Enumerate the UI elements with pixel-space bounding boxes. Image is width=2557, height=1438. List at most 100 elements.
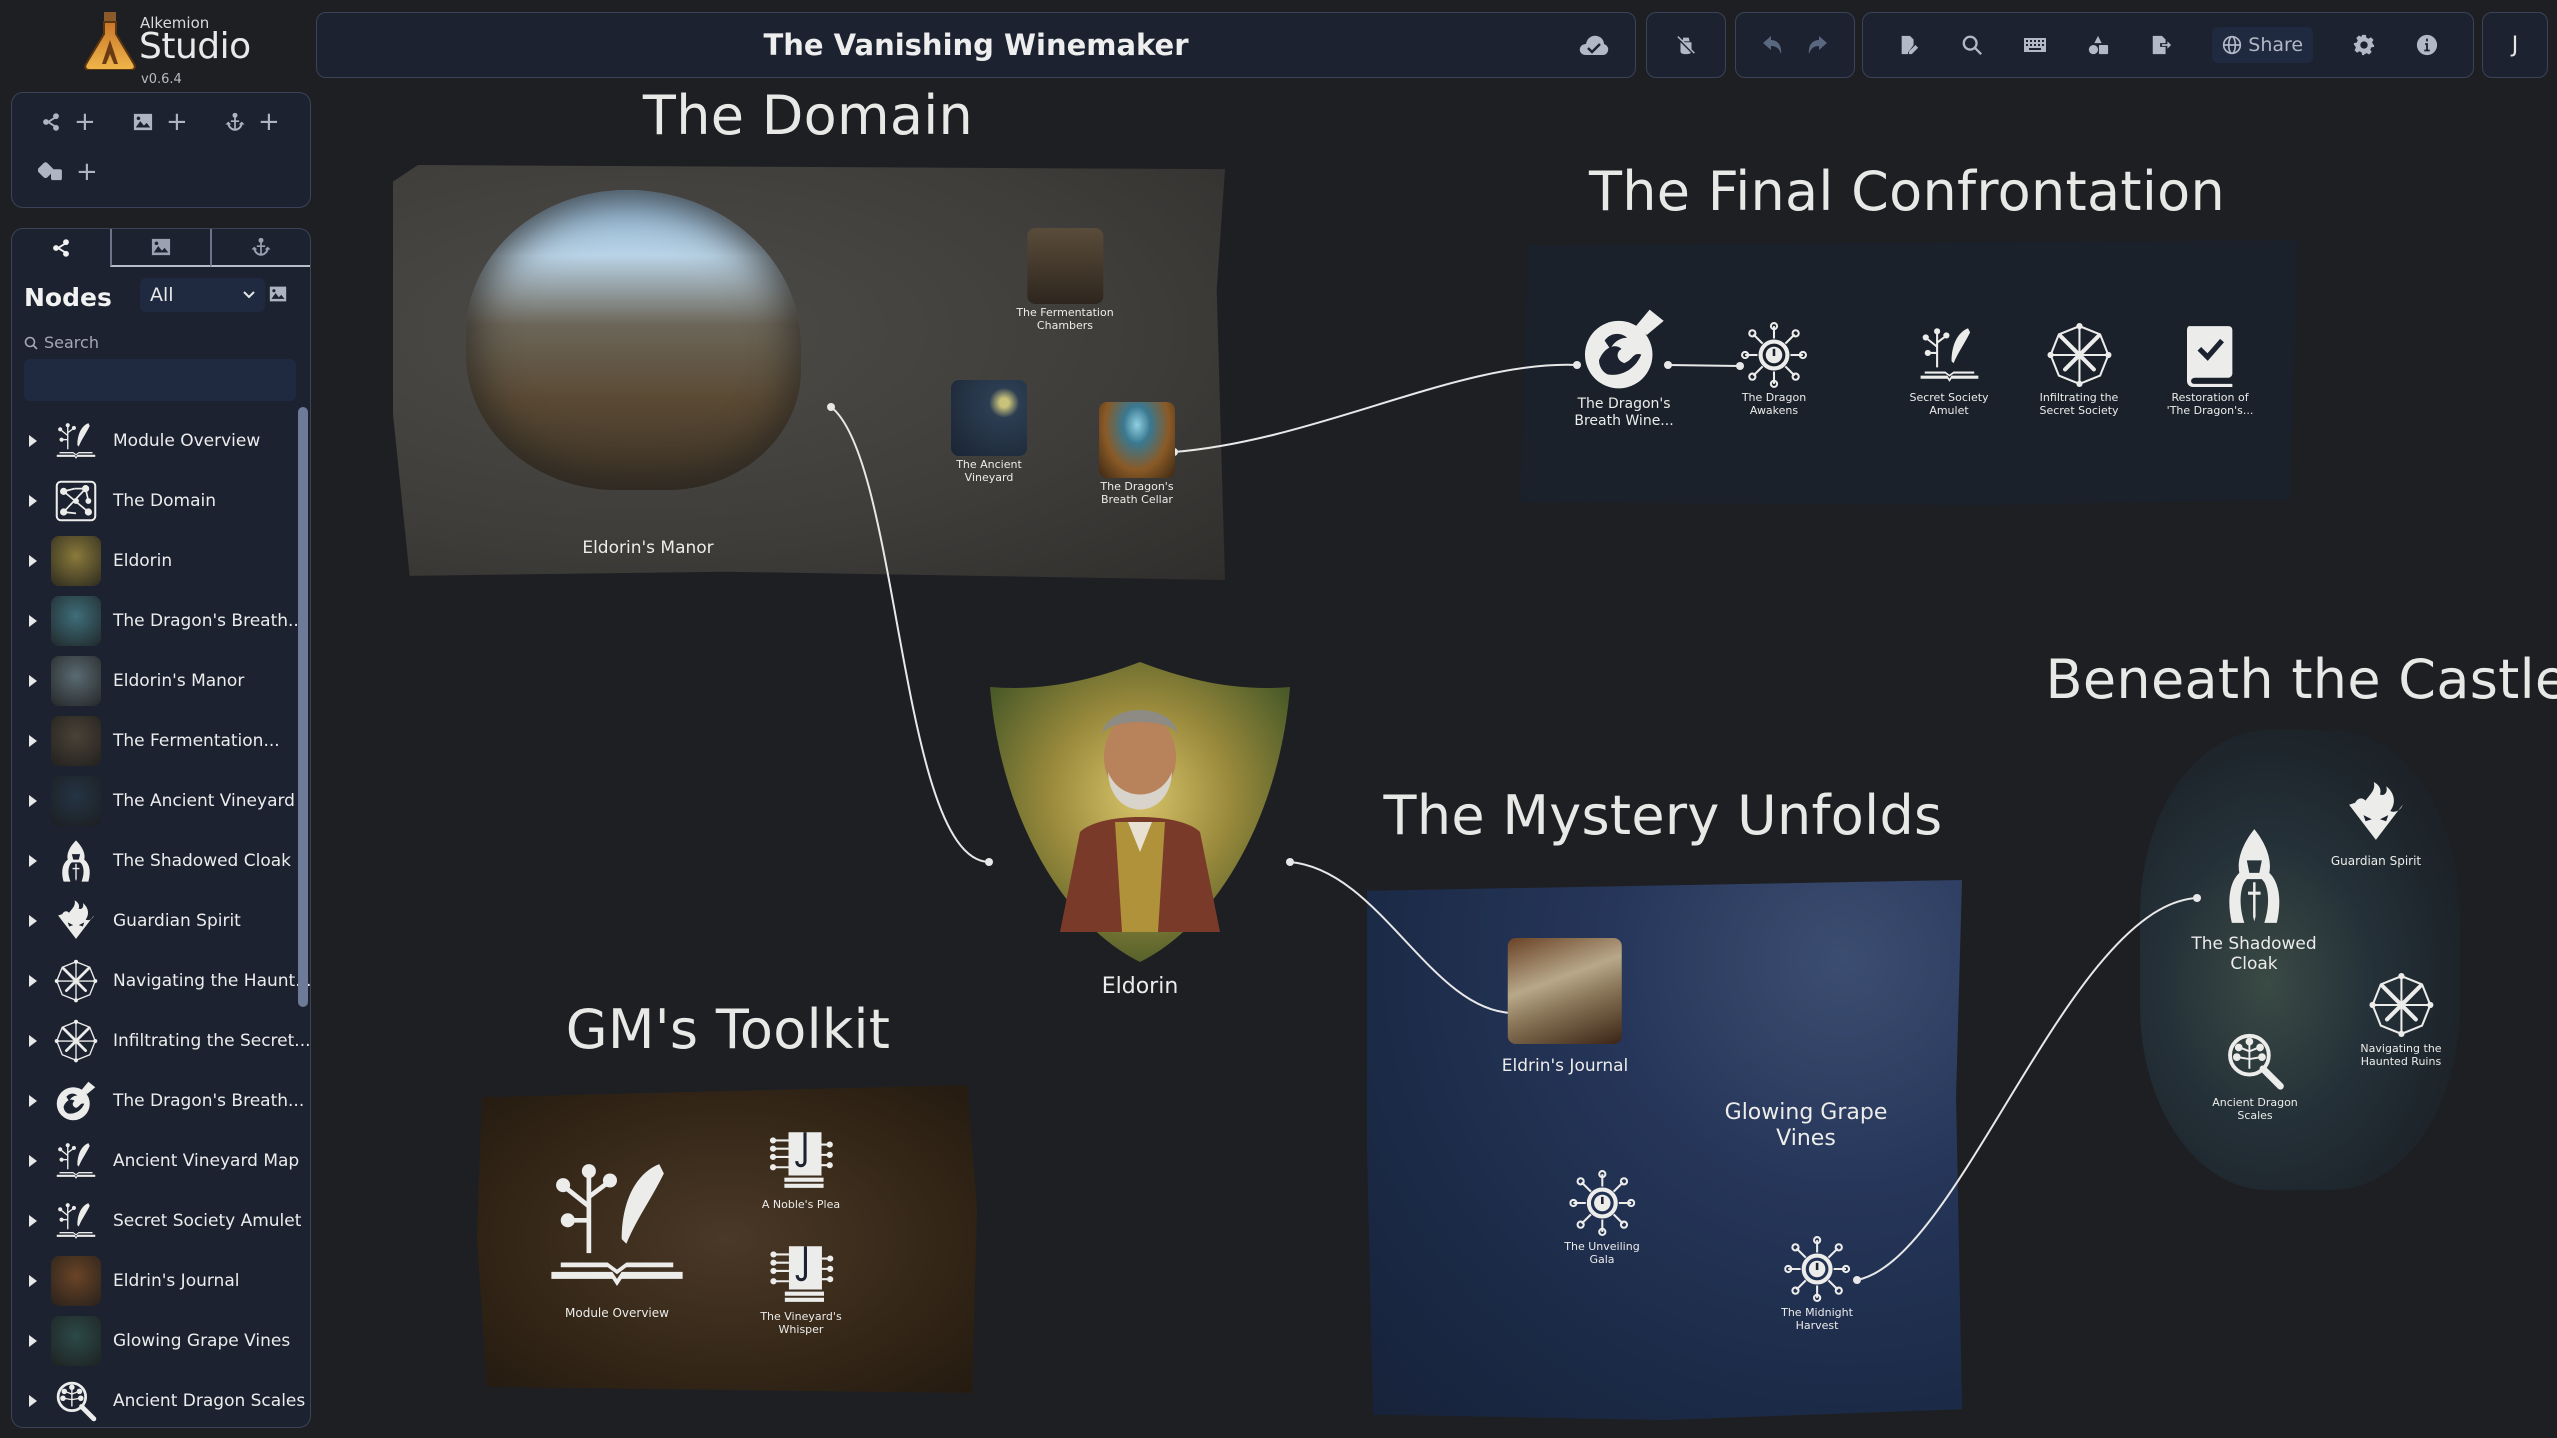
list-item[interactable]: Glowing Grape Vines bbox=[12, 1311, 297, 1371]
expand-caret-icon[interactable] bbox=[29, 735, 37, 747]
node-ancient-vineyard[interactable]: The Ancient Vineyard bbox=[951, 380, 1027, 484]
list-item[interactable]: Secret Society Amulet bbox=[12, 1191, 301, 1251]
add-dice-button[interactable]: + bbox=[38, 159, 98, 185]
node-label: Eldorin's Manor bbox=[582, 538, 714, 558]
list-item[interactable]: Infiltrating the Secret... bbox=[12, 1011, 310, 1071]
node-infiltrating-secret-society[interactable]: Infiltrating the Secret Society bbox=[2039, 322, 2119, 418]
list-item-label: Glowing Grape Vines bbox=[113, 1331, 291, 1351]
undo-button[interactable] bbox=[1761, 34, 1785, 56]
node-eldorin[interactable]: Eldorin bbox=[990, 662, 1290, 1000]
expand-caret-icon[interactable] bbox=[29, 555, 37, 567]
expand-caret-icon[interactable] bbox=[29, 975, 37, 987]
list-item[interactable]: The Shadowed Cloak bbox=[12, 831, 297, 891]
node-vineyards-whisper[interactable]: The Vineyard's Whisper bbox=[760, 1240, 842, 1337]
node-dragons-breath-wine[interactable]: The Dragon's Breath Wine... bbox=[1574, 304, 1674, 430]
node-unveiling-gala[interactable]: The Unveiling Gala bbox=[1564, 1170, 1640, 1266]
node-thumbnail bbox=[1026, 228, 1103, 304]
node-midnight-harvest[interactable]: The Midnight Harvest bbox=[1781, 1236, 1853, 1332]
keyboard-shortcuts-button[interactable] bbox=[2023, 34, 2047, 56]
group-title-beneath[interactable]: Beneath the Castle bbox=[2046, 648, 2557, 711]
node-thumbnail bbox=[51, 1016, 101, 1066]
node-filter-select[interactable]: All bbox=[140, 278, 265, 312]
list-item-label: The Dragon's Breath... bbox=[113, 1091, 305, 1111]
node-thumbnail bbox=[51, 596, 101, 646]
add-node-button[interactable]: + bbox=[40, 109, 96, 135]
node-ancient-dragon-scales[interactable]: Ancient Dragon Scales bbox=[2212, 1030, 2298, 1122]
list-item[interactable]: Eldorin's Manor bbox=[12, 651, 297, 711]
list-item[interactable]: Ancient Vineyard Map bbox=[12, 1131, 299, 1191]
scroll-thumb[interactable] bbox=[298, 407, 308, 1007]
expand-caret-icon[interactable] bbox=[29, 435, 37, 447]
expand-caret-icon[interactable] bbox=[29, 615, 37, 627]
expand-caret-icon[interactable] bbox=[29, 675, 37, 687]
tab-images[interactable] bbox=[110, 229, 210, 267]
list-item[interactable]: The Fermentation... bbox=[12, 711, 297, 771]
image-toggle-icon[interactable] bbox=[268, 285, 288, 303]
expand-caret-icon[interactable] bbox=[29, 1095, 37, 1107]
project-title[interactable]: The Vanishing Winemaker bbox=[317, 28, 1635, 62]
shapes-button[interactable] bbox=[2086, 34, 2110, 56]
node-fermentation-chambers[interactable]: The Fermentation Chambers bbox=[1016, 228, 1114, 332]
expand-caret-icon[interactable] bbox=[29, 1275, 37, 1287]
list-item[interactable]: The Ancient Vineyard bbox=[12, 771, 297, 831]
list-item[interactable]: Guardian Spirit bbox=[12, 891, 297, 951]
info-button[interactable] bbox=[2415, 34, 2439, 56]
list-item[interactable]: Eldorin bbox=[12, 531, 297, 591]
tab-nodes[interactable] bbox=[12, 229, 110, 267]
user-menu-button[interactable]: J bbox=[2482, 12, 2548, 78]
add-anchor-button[interactable]: + bbox=[224, 109, 280, 135]
list-item[interactable]: Navigating the Haunt... bbox=[12, 951, 310, 1011]
search-input[interactable] bbox=[24, 359, 296, 401]
node-navigating-haunted-ruins[interactable]: Navigating the Haunted Ruins bbox=[2360, 972, 2442, 1068]
group-title-mystery[interactable]: The Mystery Unfolds bbox=[1384, 784, 1943, 847]
expand-caret-icon[interactable] bbox=[29, 1155, 37, 1167]
expand-caret-icon[interactable] bbox=[29, 1035, 37, 1047]
list-item[interactable]: Eldrin's Journal bbox=[12, 1251, 297, 1311]
node-dragons-breath-cellar[interactable]: The Dragon's Breath Cellar bbox=[1099, 402, 1175, 506]
list-item[interactable]: Module Overview bbox=[12, 411, 297, 471]
group-title-domain[interactable]: The Domain bbox=[643, 84, 973, 147]
list-item[interactable]: The Domain bbox=[12, 471, 297, 531]
tab-anchors[interactable] bbox=[210, 229, 310, 267]
list-item[interactable]: Ancient Dragon Scales bbox=[12, 1371, 305, 1428]
node-eldorins-manor[interactable]: Eldorin's Manor bbox=[582, 538, 713, 558]
settings-button[interactable] bbox=[2352, 34, 2376, 56]
node-dragon-awakens[interactable]: The Dragon Awakens bbox=[1741, 322, 1807, 417]
edit-document-button[interactable] bbox=[1897, 34, 1921, 56]
share-button[interactable]: Share bbox=[2212, 27, 2314, 63]
group-title-toolkit[interactable]: GM's Toolkit bbox=[566, 998, 891, 1061]
add-image-button[interactable]: + bbox=[132, 109, 188, 135]
node-module-overview[interactable]: Module Overview bbox=[542, 1150, 692, 1320]
node-nobles-plea[interactable]: A Noble's Plea bbox=[762, 1126, 840, 1211]
node-list-scrollbar[interactable] bbox=[298, 407, 308, 1407]
quill-book-icon bbox=[54, 1199, 98, 1243]
expand-caret-icon[interactable] bbox=[29, 855, 37, 867]
expand-caret-icon[interactable] bbox=[29, 915, 37, 927]
node-glowing-grape-vines[interactable]: Glowing Grape Vines bbox=[1725, 1100, 1888, 1153]
swords-circle-icon bbox=[2046, 322, 2112, 388]
redo-button[interactable] bbox=[1805, 34, 1829, 56]
expand-caret-icon[interactable] bbox=[29, 495, 37, 507]
node-secret-society-amulet[interactable]: Secret Society Amulet bbox=[1909, 322, 1989, 417]
node-thumbnail bbox=[1099, 402, 1175, 478]
expand-caret-icon[interactable] bbox=[29, 1335, 37, 1347]
app-logo[interactable]: Alkemion Studio v0.6.4 bbox=[82, 10, 262, 87]
search-button[interactable] bbox=[1960, 34, 1984, 56]
node-shadowed-cloak[interactable]: The Shadowed Cloak bbox=[2191, 826, 2317, 975]
cloud-saved-icon[interactable] bbox=[1579, 33, 1609, 57]
export-button[interactable] bbox=[2149, 34, 2173, 56]
node-label: Infiltrating the Secret Society bbox=[2039, 391, 2119, 418]
node-guardian-spirit[interactable]: Guardian Spirit bbox=[2331, 780, 2421, 868]
group-title-final[interactable]: The Final Confrontation bbox=[1589, 160, 2225, 223]
list-item[interactable]: The Dragon's Breath... bbox=[12, 1071, 304, 1131]
expand-caret-icon[interactable] bbox=[29, 1215, 37, 1227]
list-item[interactable]: The Dragon's Breath... bbox=[12, 591, 304, 651]
node-restoration[interactable]: Restoration of 'The Dragon's... bbox=[2167, 322, 2253, 417]
node-list: Module Overview The Domain Eldorin The Drag… bbox=[12, 411, 310, 1428]
dice-icon bbox=[38, 162, 64, 182]
expand-caret-icon[interactable] bbox=[29, 1395, 37, 1407]
debug-toggle-button[interactable] bbox=[1674, 34, 1698, 56]
expand-caret-icon[interactable] bbox=[29, 795, 37, 807]
node-label: The Vineyard's Whisper bbox=[760, 1310, 842, 1337]
node-eldrins-journal[interactable]: Eldrin's Journal bbox=[1502, 938, 1628, 1076]
